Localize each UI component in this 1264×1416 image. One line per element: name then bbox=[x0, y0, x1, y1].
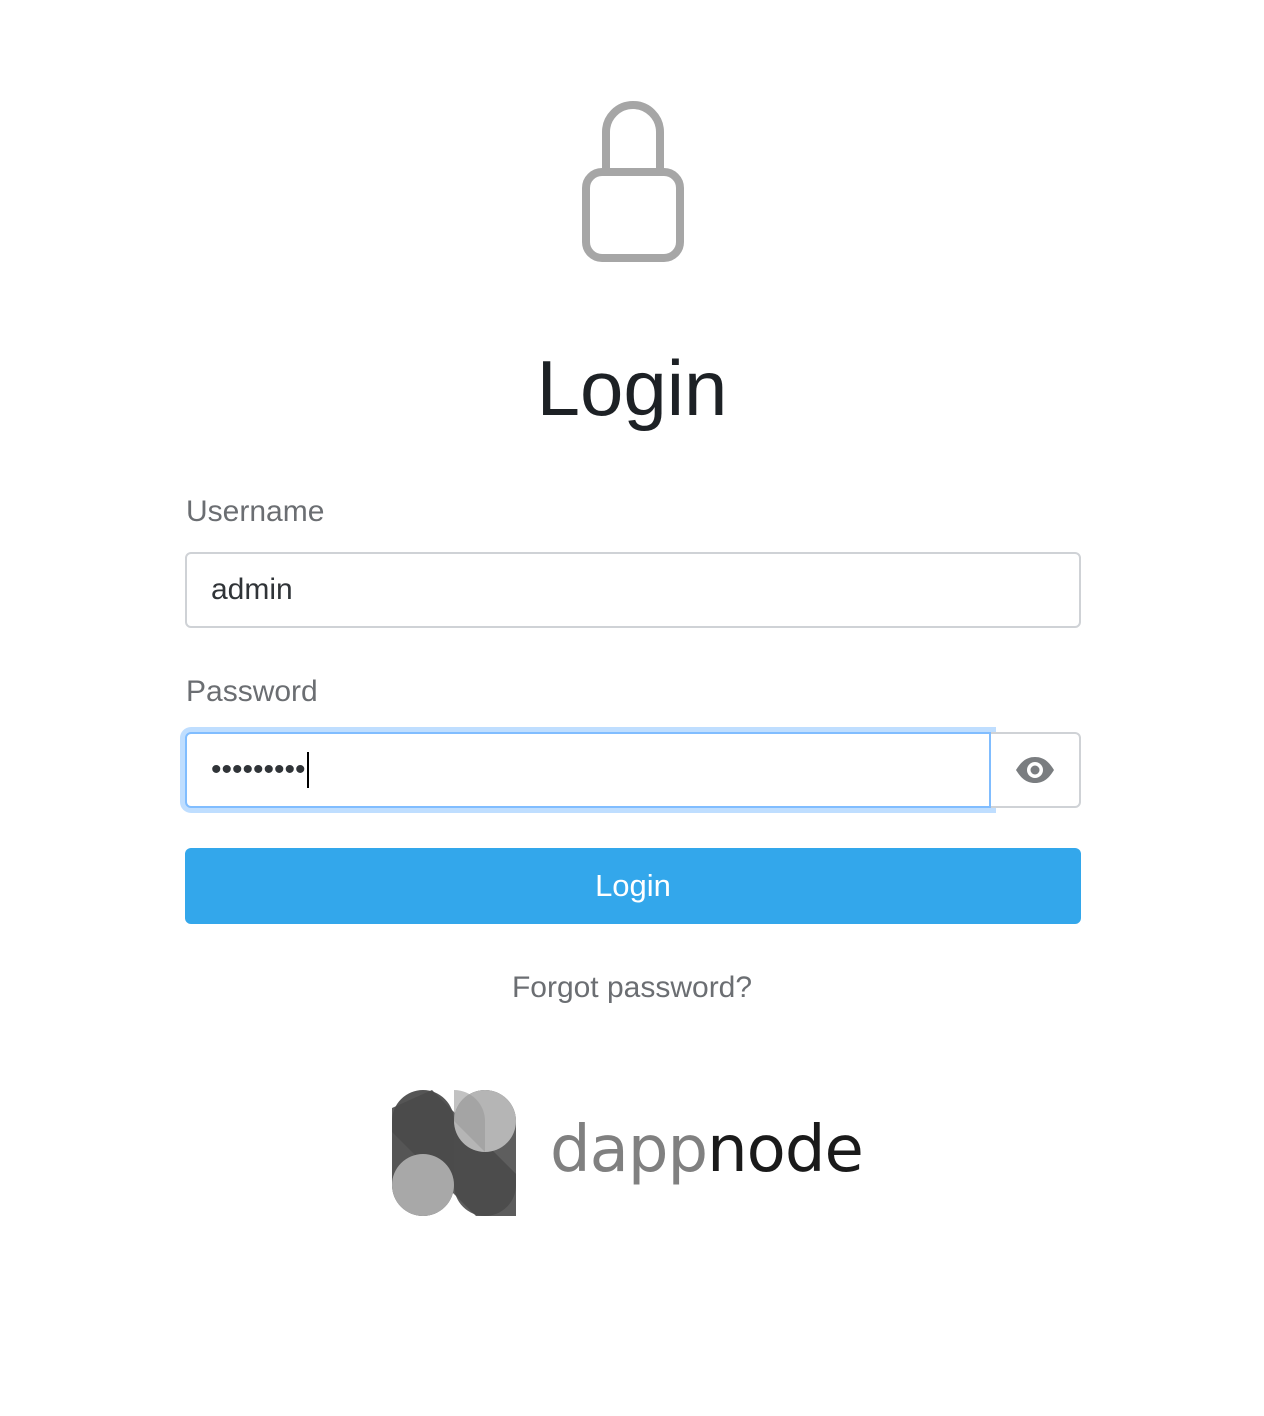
eye-icon bbox=[1016, 757, 1054, 783]
login-button[interactable]: Login bbox=[185, 848, 1081, 924]
dappnode-logo-text: dappnode bbox=[550, 1110, 864, 1190]
dappnode-logo: dappnode bbox=[392, 1090, 882, 1218]
password-input[interactable]: ••••••••• bbox=[185, 732, 991, 808]
password-masked-value: ••••••••• bbox=[211, 753, 306, 786]
show-password-button[interactable] bbox=[991, 732, 1081, 808]
lock-icon bbox=[582, 101, 684, 262]
logo-text-dapp: dapp bbox=[550, 1113, 708, 1187]
password-input-group: ••••••••• bbox=[185, 732, 1081, 808]
username-input[interactable] bbox=[185, 552, 1081, 628]
password-label: Password bbox=[186, 675, 318, 708]
dappnode-logo-mark bbox=[392, 1090, 516, 1216]
logo-text-node: node bbox=[707, 1113, 864, 1187]
text-caret bbox=[306, 752, 309, 788]
forgot-password-link[interactable]: Forgot password? bbox=[0, 970, 1264, 1006]
page-title: Login bbox=[536, 344, 728, 432]
username-label: Username bbox=[186, 495, 325, 528]
